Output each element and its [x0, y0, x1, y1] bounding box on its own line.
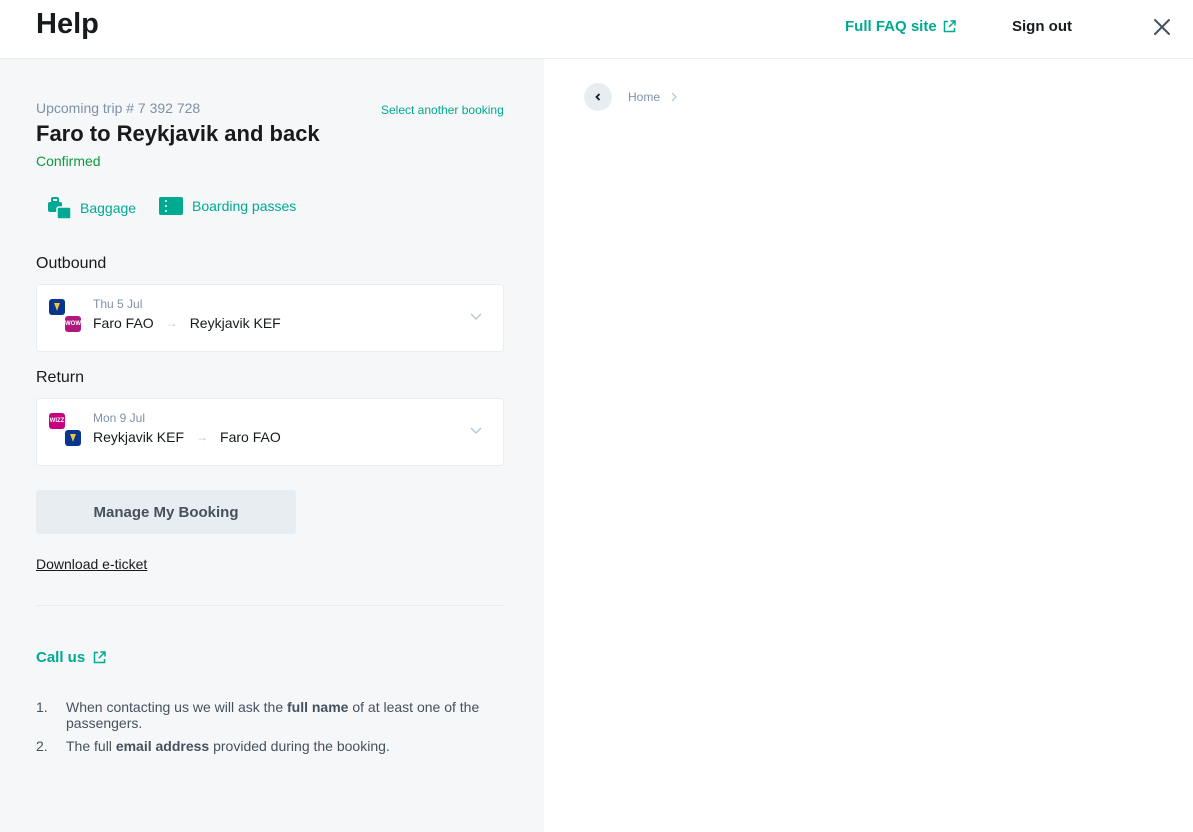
external-link-icon	[943, 20, 956, 33]
wow-logo: WOW	[65, 316, 81, 332]
outbound-flight-card[interactable]: WOW Thu 5 Jul Faro FAO → Reykjavik KEF	[36, 284, 504, 352]
download-eticket-link[interactable]: Download e-ticket	[36, 556, 147, 572]
outbound-destination: Reykjavik KEF	[189, 315, 281, 331]
return-destination: Faro FAO	[220, 429, 281, 445]
back-button[interactable]	[584, 83, 612, 111]
chevron-right-icon	[671, 92, 677, 102]
sign-out-button[interactable]: Sign out	[1012, 18, 1072, 35]
contact-instructions: 1. When contacting us we will ask the fu…	[36, 699, 504, 761]
boarding-passes-label: Boarding passes	[192, 198, 297, 214]
outbound-carrier-logos: WOW	[49, 299, 83, 335]
wizz-logo: WIZZ	[49, 413, 65, 429]
full-faq-label: Full FAQ site	[845, 18, 937, 35]
return-route: Reykjavik KEF → Faro FAO	[93, 429, 281, 445]
baggage-label: Baggage	[80, 200, 137, 216]
chevron-left-icon	[595, 93, 601, 101]
page-title: Help	[36, 8, 99, 40]
arrow-right-icon: →	[165, 316, 178, 330]
list-item: 1. When contacting us we will ask the fu…	[36, 699, 480, 731]
ryanair-logo	[49, 299, 65, 315]
manage-my-booking-button[interactable]: Manage My Booking	[36, 490, 296, 534]
return-carrier-logos: WIZZ	[49, 413, 83, 449]
trip-title: Faro to Reykjavik and back	[36, 121, 320, 146]
status-badge: Confirmed	[36, 153, 101, 169]
breadcrumb: Home	[584, 83, 678, 111]
outbound-route: Faro FAO → Reykjavik KEF	[93, 315, 281, 331]
full-faq-link[interactable]: Full FAQ site	[845, 18, 956, 35]
baggage-button[interactable]: Baggage	[48, 197, 136, 219]
ryanair-logo	[65, 430, 81, 446]
arrow-right-icon: →	[196, 430, 209, 444]
chevron-down-icon[interactable]	[469, 309, 483, 323]
boarding-pass-icon	[159, 197, 183, 215]
divider	[36, 605, 504, 606]
outbound-heading: Outbound	[36, 255, 107, 272]
call-us-link[interactable]: Call us	[36, 649, 106, 666]
booking-panel: Upcoming trip # 7 392 728 Select another…	[0, 59, 544, 832]
outbound-origin: Faro FAO	[93, 315, 154, 331]
help-content-panel: Home	[544, 59, 1193, 832]
close-icon[interactable]	[1151, 16, 1173, 38]
return-date: Mon 9 Jul	[93, 411, 146, 425]
call-us-label: Call us	[36, 649, 86, 666]
return-flight-card[interactable]: WIZZ Mon 9 Jul Reykjavik KEF → Faro FAO	[36, 398, 504, 466]
select-another-booking-link[interactable]: Select another booking	[381, 103, 504, 117]
trip-number: Upcoming trip # 7 392 728	[36, 100, 201, 116]
boarding-passes-button[interactable]: Boarding passes	[159, 197, 296, 215]
return-heading: Return	[36, 369, 85, 386]
list-item: 2. The full email address provided durin…	[36, 738, 390, 754]
baggage-icon	[48, 197, 71, 219]
return-origin: Reykjavik KEF	[93, 429, 185, 445]
breadcrumb-home[interactable]: Home	[628, 90, 660, 104]
external-link-icon	[93, 651, 106, 664]
chevron-down-icon[interactable]	[469, 423, 483, 437]
outbound-date: Thu 5 Jul	[93, 297, 143, 311]
help-header: Help Full FAQ site Sign out	[0, 0, 1193, 59]
